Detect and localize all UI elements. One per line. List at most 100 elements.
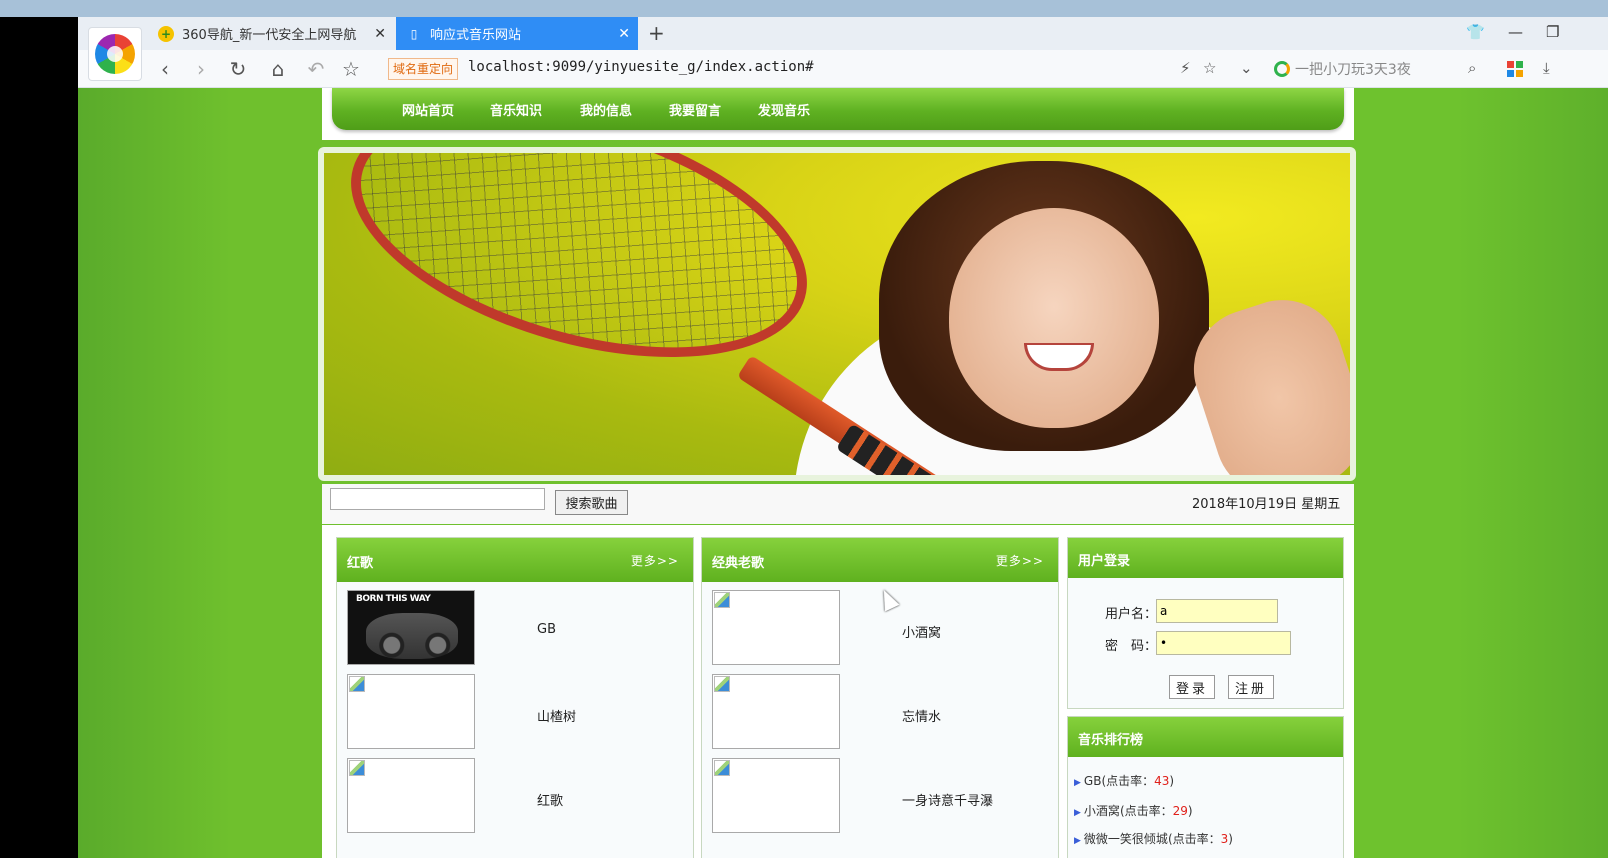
album-cover[interactable] (712, 758, 840, 833)
song-item[interactable]: 红歌 (337, 750, 693, 834)
search-icon[interactable]: ⌕ (1468, 59, 1476, 77)
tab-label: 360导航_新一代安全上网导航 (182, 28, 357, 43)
section-red-songs: 红歌 更多>> BORN THIS WAY GB 山楂树 红歌 (336, 537, 694, 858)
more-link[interactable]: 更多>> (631, 552, 679, 569)
username-input[interactable] (1156, 599, 1278, 623)
minimize-icon[interactable]: — (1508, 23, 1523, 41)
url-field[interactable]: localhost:9099/yinyuesite_g/index.action… (468, 59, 814, 75)
song-item[interactable]: 山楂树 (337, 666, 693, 750)
album-cover[interactable] (347, 674, 475, 749)
arrow-right-icon: ▶ (1074, 778, 1081, 788)
song-name[interactable]: 山楂树 (537, 706, 576, 725)
ranking-count: 43 (1154, 774, 1170, 788)
song-name[interactable]: 小酒窝 (902, 622, 941, 641)
broken-image-icon (349, 676, 365, 692)
nav-leave-message[interactable]: 我要留言 (669, 100, 721, 119)
tab-360-nav[interactable]: + 360导航_新一代安全上网导航 ✕ (148, 17, 394, 50)
song-name[interactable]: 忘情水 (902, 706, 941, 725)
ranking-item[interactable]: ▶ 微微一笑很倾城(点击率：3) (1074, 830, 1233, 847)
song-search-input[interactable] (330, 488, 545, 510)
song-name[interactable]: GB (537, 622, 556, 637)
download-icon[interactable]: ⤓ (1543, 59, 1550, 77)
nav-music-knowledge[interactable]: 音乐知识 (490, 100, 542, 119)
tab-music-site[interactable]: ▯ 响应式音乐网站 ✕ (396, 17, 638, 50)
album-cover-text: BORN THIS WAY (356, 594, 431, 604)
browser-logo[interactable] (88, 27, 142, 81)
site-header: 网站首页 音乐知识 我的信息 我要留言 发现音乐 (322, 88, 1354, 140)
forward-icon[interactable]: › (188, 57, 214, 81)
ranking-song[interactable]: GB (1084, 774, 1102, 788)
nav-my-info[interactable]: 我的信息 (580, 100, 632, 119)
more-link[interactable]: 更多>> (996, 552, 1044, 569)
current-date: 2018年10月19日 星期五 (1192, 497, 1341, 512)
redirect-badge[interactable]: 域名重定向 (388, 58, 459, 80)
apps-grid-icon[interactable] (1507, 61, 1523, 77)
banner-frame (318, 147, 1356, 481)
song-item[interactable]: BORN THIS WAY GB (337, 582, 693, 666)
new-tab-button[interactable]: + (648, 21, 665, 45)
tab-bar: + 360导航_新一代安全上网导航 ✕ ▯ 响应式音乐网站 ✕ + 👕 — ❐ (78, 17, 1608, 50)
back-icon[interactable]: ‹ (152, 57, 178, 81)
ranking-song[interactable]: 小酒窝 (1084, 804, 1120, 818)
section-header: 经典老歌 更多>> (702, 538, 1058, 582)
section-header: 红歌 更多>> (337, 538, 693, 582)
browser-window: + 360导航_新一代安全上网导航 ✕ ▯ 响应式音乐网站 ✕ + 👕 — ❐ … (78, 17, 1608, 858)
shirt-skin-icon[interactable]: 👕 (1466, 23, 1485, 41)
chevron-down-icon[interactable]: ⌄ (1240, 59, 1253, 77)
home-icon[interactable]: ⌂ (265, 57, 291, 81)
favorite-star-icon[interactable]: ☆ (1203, 59, 1216, 77)
ranking-close: ) (1169, 774, 1175, 788)
search-song-button[interactable]: 搜索歌曲 (555, 490, 628, 515)
album-cover[interactable] (712, 674, 840, 749)
login-button[interactable]: 登录 (1169, 675, 1215, 699)
page-icon: ▯ (410, 26, 418, 41)
nav-home[interactable]: 网站首页 (402, 100, 454, 119)
close-icon[interactable]: ✕ (374, 26, 386, 42)
ranking-header: 音乐排行榜 (1068, 717, 1343, 757)
song-name[interactable]: 一身诗意千寻瀑 (902, 790, 993, 809)
album-cover[interactable] (347, 758, 475, 833)
song-name[interactable]: 红歌 (537, 790, 563, 809)
maximize-icon[interactable]: ❐ (1546, 23, 1559, 41)
motorcycle-art (366, 613, 458, 659)
arrow-right-icon: ▶ (1074, 808, 1081, 818)
section-classic-songs: 经典老歌 更多>> 小酒窝 忘情水 一身诗意千寻瀑 (701, 537, 1059, 858)
banner-image (324, 153, 1350, 475)
tab-label: 响应式音乐网站 (430, 28, 522, 43)
password-input[interactable] (1156, 631, 1291, 655)
reload-icon[interactable]: ↻ (225, 57, 251, 81)
logo-ring-icon (95, 34, 135, 74)
album-cover[interactable] (712, 590, 840, 665)
search-hint[interactable]: 一把小刀玩3天3夜 (1295, 59, 1411, 79)
broken-image-icon (714, 676, 730, 692)
section-title: 红歌 (347, 556, 374, 571)
lightning-icon[interactable]: ⚡ (1180, 59, 1191, 77)
username-label: 用户名： (1105, 607, 1158, 622)
search-engine-icon (1274, 61, 1290, 77)
ranking-song[interactable]: 微微一笑很倾城 (1084, 832, 1168, 846)
song-item[interactable]: 一身诗意千寻瀑 (702, 750, 1058, 834)
album-cover[interactable]: BORN THIS WAY (347, 590, 475, 665)
close-icon[interactable]: ✕ (618, 26, 630, 42)
ranking-count: 29 (1172, 804, 1188, 818)
undo-close-icon[interactable]: ↶ (303, 57, 329, 81)
broken-image-icon (714, 760, 730, 776)
arrow-right-icon: ▶ (1074, 836, 1081, 846)
section-title: 经典老歌 (712, 556, 765, 571)
register-button[interactable]: 注册 (1228, 675, 1274, 699)
ranking-item[interactable]: ▶ 小酒窝(点击率：29) (1074, 802, 1193, 819)
login-panel: 用户登录 用户名： 密 码： 登录 注册 (1067, 537, 1344, 709)
desktop-edge (0, 17, 78, 858)
ranking-item[interactable]: ▶ GB(点击率：43) (1074, 772, 1174, 789)
music-site-page: 网站首页 音乐知识 我的信息 我要留言 发现音乐 搜索歌曲 2018年10月19… (78, 88, 1608, 858)
song-item[interactable]: 忘情水 (702, 666, 1058, 750)
address-bar: ‹ › ↻ ⌂ ↶ ☆ 域名重定向 localhost:9099/yinyues… (78, 50, 1608, 88)
nav-discover-music[interactable]: 发现音乐 (758, 100, 810, 119)
login-title: 用户登录 (1078, 554, 1131, 569)
bookmark-star-icon[interactable]: ☆ (338, 57, 364, 81)
ranking-label: (点击率： (1119, 804, 1173, 818)
banner-face (949, 208, 1159, 428)
360-shield-icon: + (158, 25, 174, 42)
broken-image-icon (349, 760, 365, 776)
login-header: 用户登录 (1068, 538, 1343, 578)
